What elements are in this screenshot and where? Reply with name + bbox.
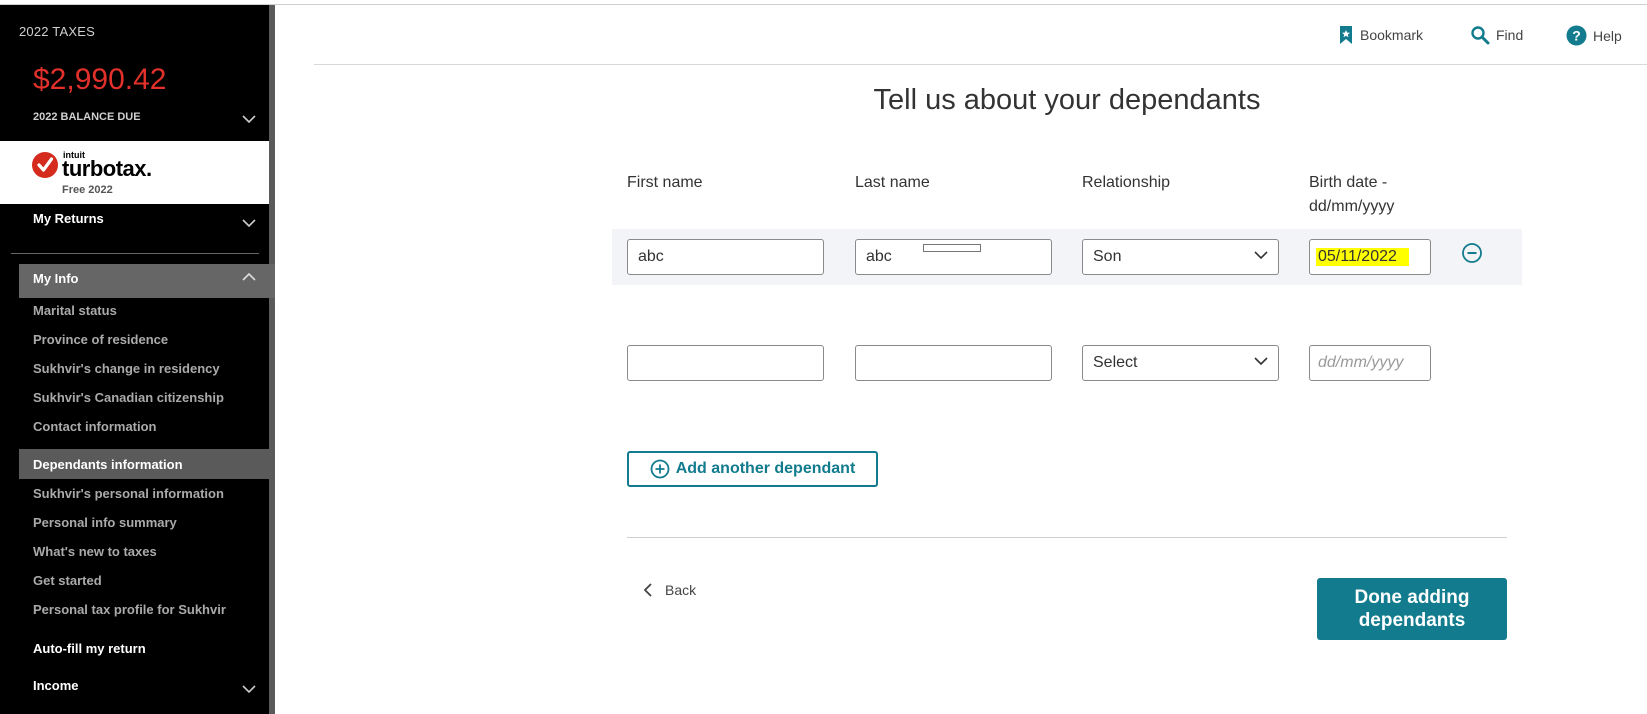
column-header-relationship: Relationship	[1082, 174, 1171, 191]
sidebar-item-marital-status[interactable]: Marital status	[33, 303, 117, 318]
help-icon: ?	[1566, 25, 1587, 46]
chevron-up-icon[interactable]	[242, 270, 256, 284]
relationship-value-2: Select	[1093, 354, 1138, 371]
birth-date-label-line2: dd/mm/yyyy	[1309, 198, 1395, 215]
balance-amount: $2,990.42	[33, 63, 167, 96]
sidebar-section-auto-fill[interactable]: Auto-fill my return	[33, 641, 146, 656]
sidebar-item-citizenship[interactable]: Sukhvir's Canadian citizenship	[33, 390, 224, 405]
content-divider	[627, 537, 1507, 538]
sidebar: 2022 TAXES $2,990.42 2022 BALANCE DUE in…	[0, 5, 275, 714]
sidebar-section-my-returns[interactable]: My Returns	[33, 211, 104, 226]
sidebar-item-change-residency[interactable]: Sukhvir's change in residency	[33, 361, 220, 376]
sidebar-item-get-started[interactable]: Get started	[33, 573, 102, 588]
bookmark-link[interactable]: Bookmark	[1338, 25, 1423, 45]
bookmark-label: Bookmark	[1360, 27, 1424, 43]
birth-date-input[interactable]: 05/11/2022	[1309, 239, 1431, 275]
checkmark-logo-icon	[32, 152, 58, 178]
back-link[interactable]: Back	[643, 582, 696, 598]
sidebar-item-dependants[interactable]: Dependants information	[33, 457, 183, 472]
chevron-down-icon[interactable]	[242, 682, 256, 696]
turbotax-logo: intuit turbotax. Free 2022	[0, 141, 269, 204]
plus-circle-icon	[650, 459, 670, 479]
tax-year-label: 2022 TAXES	[19, 24, 95, 39]
sidebar-item-province[interactable]: Province of residence	[33, 332, 168, 347]
done-adding-dependants-button[interactable]: Done adding dependants	[1317, 578, 1507, 640]
bookmark-icon	[1338, 25, 1354, 45]
column-header-first-name: First name	[627, 174, 703, 191]
find-label: Find	[1496, 27, 1524, 43]
sidebar-item-personal-summary[interactable]: Personal info summary	[33, 515, 177, 530]
birth-date-input-2[interactable]: dd/mm/yyyy	[1309, 345, 1431, 381]
back-label: Back	[665, 582, 697, 598]
sidebar-section-my-info[interactable]: My Info	[33, 271, 79, 286]
minus-circle-icon	[1462, 243, 1482, 263]
sidebar-item-tax-profile[interactable]: Personal tax profile for Sukhvir	[33, 602, 226, 617]
column-header-birth-date: Birth date - dd/mm/yyyy	[1309, 171, 1394, 219]
first-name-input-2[interactable]	[627, 345, 824, 381]
relationship-value: Son	[1093, 248, 1122, 265]
birth-date-label-line1: Birth date -	[1309, 174, 1388, 191]
relationship-select[interactable]: Son	[1082, 239, 1279, 275]
input-overlay-box	[923, 244, 981, 252]
sidebar-section-income[interactable]: Income	[33, 678, 79, 693]
sidebar-divider	[11, 253, 259, 254]
remove-dependant-button[interactable]	[1461, 242, 1483, 264]
header-divider	[314, 64, 1647, 65]
chevron-down-icon	[1254, 354, 1268, 373]
help-link[interactable]: ? Help	[1566, 25, 1622, 46]
chevron-down-icon	[1254, 248, 1268, 267]
sidebar-item-contact[interactable]: Contact information	[33, 419, 157, 434]
svg-text:?: ?	[1572, 28, 1581, 44]
column-header-last-name: Last name	[855, 174, 930, 191]
birth-date-value: 05/11/2022	[1316, 248, 1409, 266]
sidebar-scrollbar[interactable]	[269, 5, 275, 714]
chevron-left-icon	[643, 583, 653, 597]
add-dependant-label: Add another dependant	[675, 460, 856, 477]
find-link[interactable]: Find	[1470, 25, 1523, 45]
page-title: Tell us about your dependants	[873, 84, 1261, 116]
done-label-line2: dependants	[1358, 610, 1466, 631]
add-dependant-button[interactable]: Add another dependant	[627, 451, 878, 487]
help-label: Help	[1593, 27, 1622, 44]
logo-edition: Free 2022	[62, 184, 113, 196]
chevron-down-icon[interactable]	[242, 112, 256, 126]
relationship-select-2[interactable]: Select	[1082, 345, 1279, 381]
balance-label: 2022 BALANCE DUE	[33, 111, 141, 123]
logo-turbotax-text: turbotax.	[62, 156, 152, 181]
last-name-input-2[interactable]	[855, 345, 1052, 381]
first-name-input[interactable]: abc	[627, 239, 824, 275]
sidebar-item-whats-new[interactable]: What's new to taxes	[33, 544, 157, 559]
sidebar-item-personal-information[interactable]: Sukhvir's personal information	[33, 486, 224, 501]
search-icon	[1470, 25, 1490, 45]
done-label-line1: Done adding	[1354, 587, 1470, 608]
chevron-down-icon[interactable]	[242, 216, 256, 230]
